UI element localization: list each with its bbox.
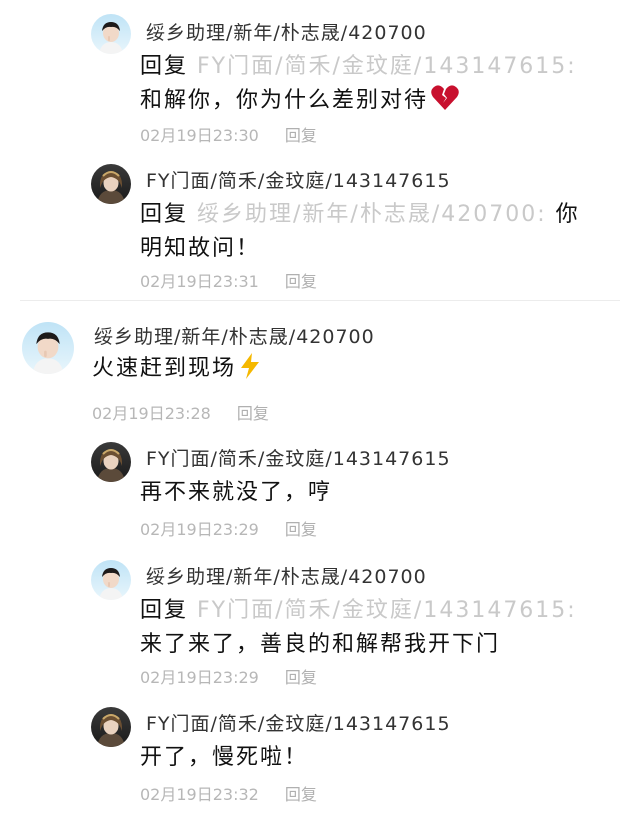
reply-button[interactable]: 回复: [285, 668, 317, 687]
reply-button[interactable]: 回复: [237, 404, 269, 423]
comment-meta: 02月19日23:32 回复: [140, 781, 317, 805]
avatar[interactable]: [91, 164, 131, 204]
timestamp: 02月19日23:30: [140, 126, 259, 145]
timestamp: 02月19日23:29: [140, 520, 259, 539]
reply-target[interactable]: FY门面/简禾/金玟庭/143147615:: [197, 598, 577, 623]
timestamp: 02月19日23:29: [140, 668, 259, 687]
comment-text: 回复 FY门面/简禾/金玟庭/143147615: 来了来了，善良的和解帮我开下…: [140, 594, 577, 662]
broken-heart-icon: [431, 85, 459, 110]
username[interactable]: FY门面/简禾/金玟庭/143147615: [146, 166, 451, 193]
user-avatar-icon: [91, 442, 131, 482]
comment-2: FY门面/简禾/金玟庭/143147615 回复 绥乡助理/新年/朴志晟/420…: [0, 160, 640, 292]
divider: [20, 300, 620, 301]
avatar[interactable]: [22, 322, 74, 374]
reply-prefix: 回复: [140, 598, 197, 623]
reply-target[interactable]: FY门面/简禾/金玟庭/143147615:: [197, 54, 577, 79]
comment-meta: 02月19日23:29 回复: [140, 664, 317, 688]
comment-6: FY门面/简禾/金玟庭/143147615 开了，慢死啦！ 02月19日23:3…: [0, 703, 640, 813]
reply-prefix: 回复: [140, 54, 197, 79]
username[interactable]: 绥乡助理/新年/朴志晟/420700: [94, 322, 375, 349]
reply-button[interactable]: 回复: [285, 272, 317, 291]
user-avatar-icon: [91, 14, 131, 54]
timestamp: 02月19日23:31: [140, 272, 259, 291]
reply-button[interactable]: 回复: [285, 520, 317, 539]
reply-button[interactable]: 回复: [285, 785, 317, 804]
user-avatar-icon: [91, 707, 131, 747]
avatar[interactable]: [91, 560, 131, 600]
comment-meta: 02月19日23:31 回复: [140, 268, 317, 292]
timestamp: 02月19日23:28: [92, 404, 211, 423]
comment-line: 再不来就没了，哼: [140, 480, 333, 505]
username[interactable]: FY门面/简禾/金玟庭/143147615: [146, 444, 451, 471]
reply-prefix: 回复: [140, 202, 197, 227]
comment-3: 绥乡助理/新年/朴志晟/420700 火速赶到现场 02月19日23:28 回复: [0, 310, 640, 430]
avatar[interactable]: [91, 442, 131, 482]
avatar[interactable]: [91, 707, 131, 747]
comment-meta: 02月19日23:29 回复: [140, 516, 317, 540]
reply-target[interactable]: 绥乡助理/新年/朴志晟/420700:: [197, 202, 547, 227]
username[interactable]: 绥乡助理/新年/朴志晟/420700: [146, 562, 427, 589]
comment-line: 明知故问！: [140, 236, 261, 261]
user-avatar-icon: [91, 164, 131, 204]
lightning-icon: [241, 353, 260, 379]
comment-text: 开了，慢死啦！: [140, 741, 308, 775]
comment-line: 火速赶到现场: [92, 356, 237, 381]
comment-line: 开了，慢死啦！: [140, 745, 309, 770]
comment-text: 再不来就没了，哼: [140, 476, 332, 510]
comment-text: 回复 FY门面/简禾/金玟庭/143147615: 和解你，你为什么差别对待: [140, 50, 577, 118]
username[interactable]: 绥乡助理/新年/朴志晟/420700: [146, 18, 427, 45]
avatar[interactable]: [91, 14, 131, 54]
comment-meta: 02月19日23:28 回复: [92, 400, 269, 424]
comment-line: 来了来了，善良的和解帮我开下门: [140, 632, 501, 657]
username[interactable]: FY门面/简禾/金玟庭/143147615: [146, 709, 451, 736]
comment-text: 回复 绥乡助理/新年/朴志晟/420700: 你 明知故问！: [140, 198, 580, 266]
comment-4: FY门面/简禾/金玟庭/143147615 再不来就没了，哼 02月19日23:…: [0, 438, 640, 548]
comment-1: 绥乡助理/新年/朴志晟/420700 回复 FY门面/简禾/金玟庭/143147…: [0, 0, 640, 150]
comment-line: 你: [546, 202, 580, 227]
comment-text: 火速赶到现场: [92, 352, 262, 386]
comment-meta: 02月19日23:30 回复: [140, 122, 317, 146]
reply-button[interactable]: 回复: [285, 126, 317, 145]
comment-line: 和解你，你为什么差别对待: [140, 88, 429, 113]
user-avatar-icon: [22, 322, 74, 374]
timestamp: 02月19日23:32: [140, 785, 259, 804]
user-avatar-icon: [91, 560, 131, 600]
comment-5: 绥乡助理/新年/朴志晟/420700 回复 FY门面/简禾/金玟庭/143147…: [0, 556, 640, 696]
